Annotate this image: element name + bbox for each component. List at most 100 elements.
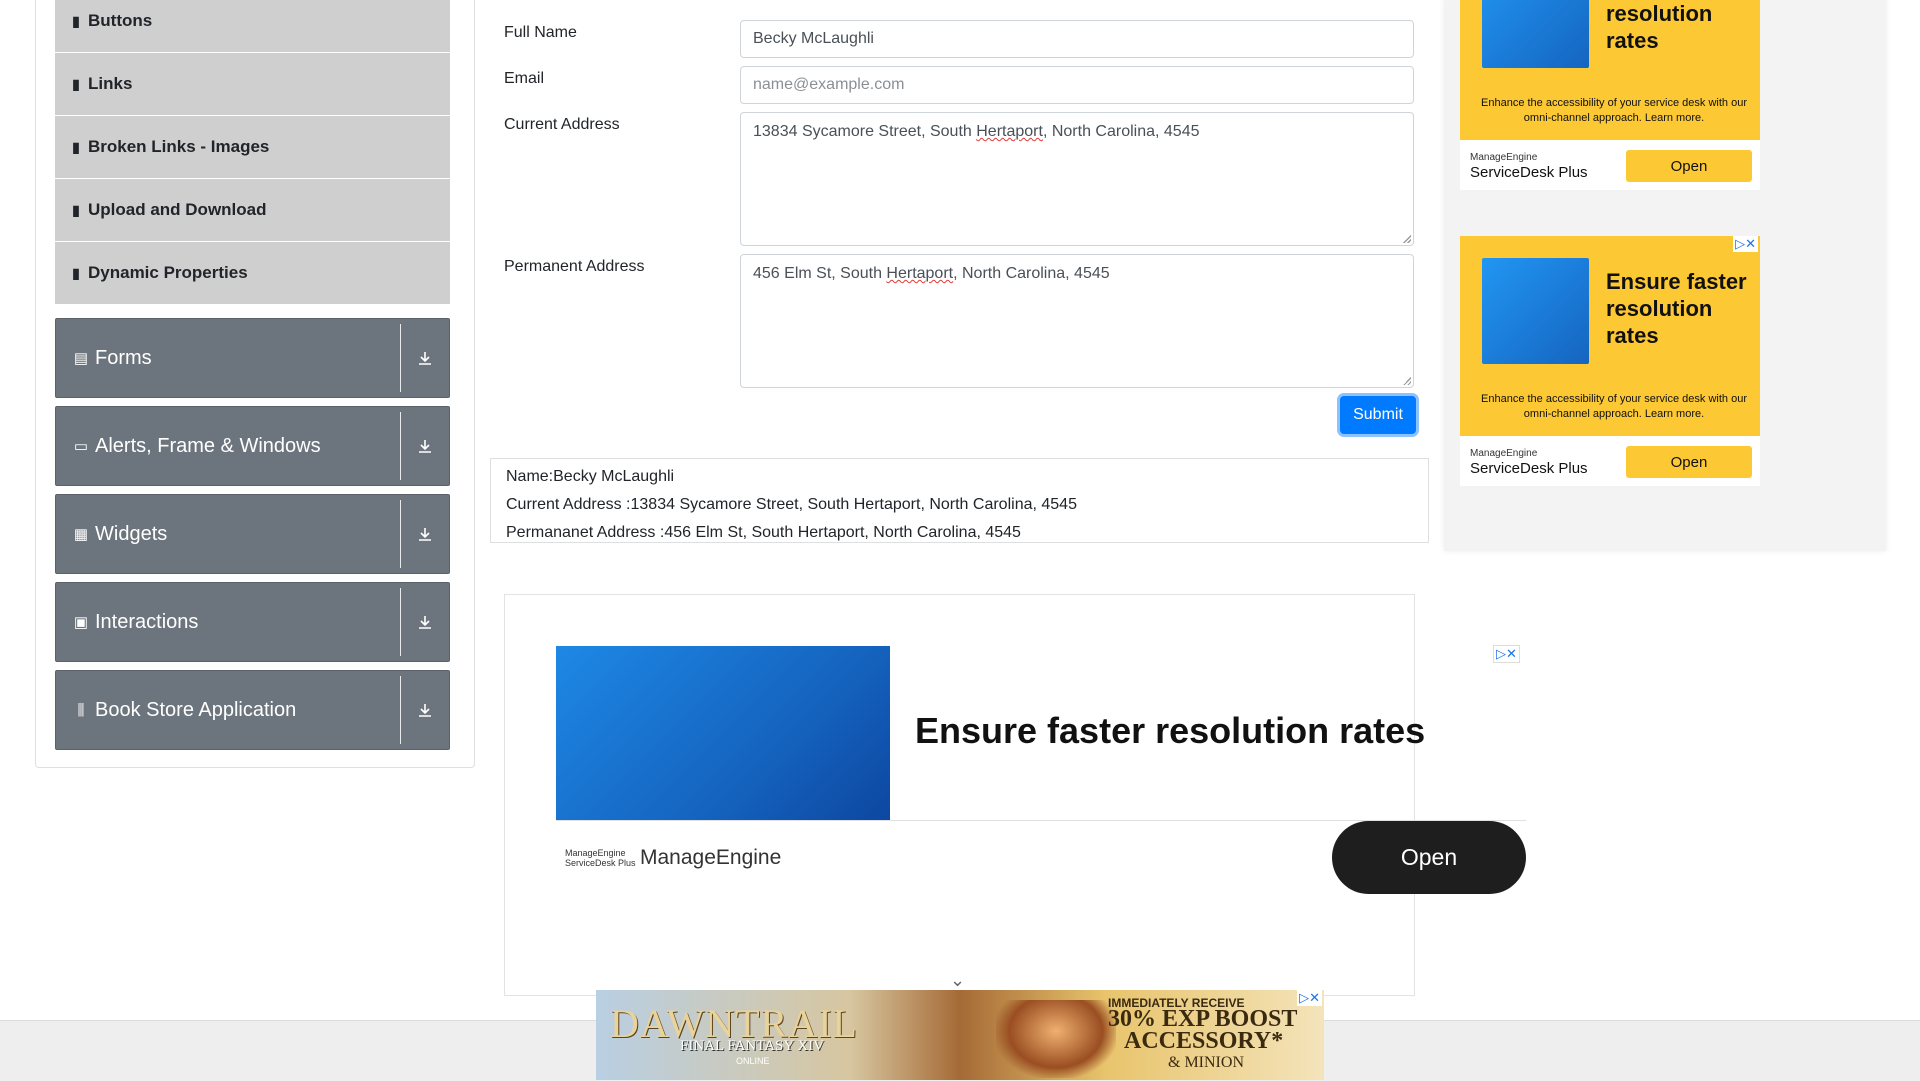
sidebar-item-label: Dynamic Properties xyxy=(88,263,248,282)
email-input[interactable]: name@example.com xyxy=(740,66,1414,104)
ad-title: Ensure faster resolution rates xyxy=(1606,269,1747,348)
sidebar-group-label: Widgets xyxy=(95,522,168,545)
bookmark-icon: ▮ xyxy=(72,75,80,92)
ad-brand-product: ServiceDesk Plus xyxy=(1470,460,1588,477)
ad-image xyxy=(1482,258,1589,364)
books-icon: ⫼ xyxy=(77,701,85,719)
permanent-address-text: 456 Elm St, South Hertaport, North Carol… xyxy=(753,265,1110,282)
text-part: 456 Elm St, South xyxy=(753,265,887,282)
form-icon: ▤ xyxy=(73,350,89,367)
full-name-value: Becky McLaughli xyxy=(753,30,874,47)
bookmark-icon: ▮ xyxy=(72,264,80,281)
bookmark-icon: ▮ xyxy=(72,138,80,155)
sidebar-item-label: Upload and Download xyxy=(88,200,267,219)
sidebar-item-broken-links[interactable]: ▮ Broken Links - Images xyxy=(55,116,450,179)
text-part: , North Carolina, 4545 xyxy=(1042,123,1200,140)
ad-footer: ManageEngine ServiceDesk Plus Open xyxy=(1460,436,1760,486)
output-name: Name:Becky McLaughli xyxy=(506,468,675,485)
ad-close-icon[interactable]: ▷✕ xyxy=(1733,236,1758,252)
current-address-label: Current Address xyxy=(504,116,620,133)
sidebar-item-label: Links xyxy=(88,74,133,93)
sidebar-group-label: Book Store Application xyxy=(95,698,297,721)
resize-handle[interactable] xyxy=(1403,235,1411,243)
banner-sub2: ONLINE xyxy=(736,1056,770,1066)
submit-button[interactable]: Submit xyxy=(1340,396,1416,434)
logo-line: ManageEngine xyxy=(565,848,626,858)
sidebar-group-label: Alerts, Frame & Windows xyxy=(95,434,321,457)
middle-ad-brand: ManageEngine xyxy=(640,846,782,869)
email-placeholder: name@example.com xyxy=(753,76,905,93)
sidebar-item-upload-download[interactable]: ▮ Upload and Download xyxy=(55,179,450,242)
sidebar-item-links[interactable]: ▮ Links xyxy=(55,53,450,116)
expand-download-icon[interactable] xyxy=(401,702,449,718)
sidebar-item-buttons[interactable]: ▮ Buttons xyxy=(55,0,450,53)
middle-ad-logo: ManageEngine ServiceDesk Plus xyxy=(565,848,636,868)
banner-sub: FINAL FANTASY XIV xyxy=(680,1038,825,1054)
text-part: 13834 Sycamore Street, South xyxy=(753,123,977,140)
ad-open-button[interactable]: Open xyxy=(1626,446,1752,478)
current-address-text: 13834 Sycamore Street, South Hertaport, … xyxy=(753,123,1199,140)
expand-download-icon[interactable] xyxy=(401,350,449,366)
sidebar-group-alerts[interactable]: ▭ Alerts, Frame & Windows xyxy=(55,406,450,486)
ad-title: resolution rates xyxy=(1606,1,1713,53)
ad-open-button[interactable]: Open xyxy=(1626,150,1752,182)
ad-footer: ManageEngine ServiceDesk Plus Open xyxy=(1460,140,1760,190)
window-icon: ▭ xyxy=(73,438,89,455)
expand-download-icon[interactable] xyxy=(401,526,449,542)
full-name-label: Full Name xyxy=(504,24,577,41)
divider xyxy=(400,500,401,568)
banner-line-4: & MINION xyxy=(1168,1054,1244,1071)
side-ad-bottom[interactable]: Ensure faster resolution rates Enhance t… xyxy=(1460,236,1760,486)
expand-download-icon[interactable] xyxy=(401,438,449,454)
middle-ad-title[interactable]: Ensure faster resolution rates xyxy=(915,710,1425,752)
sidebar-item-label: Broken Links - Images xyxy=(88,137,270,156)
middle-ad-image[interactable] xyxy=(556,646,890,820)
ad-description: Enhance the accessibility of your servic… xyxy=(1481,393,1747,420)
chevron-down-icon[interactable]: ⌄ xyxy=(950,970,965,991)
banner-line-3: ACCESSORY* xyxy=(1124,1028,1284,1054)
widgets-icon: ▦ xyxy=(73,526,89,543)
text-part: , North Carolina, 4545 xyxy=(953,265,1110,282)
misspelled-word: Hertaport xyxy=(976,123,1043,140)
email-label: Email xyxy=(504,70,545,87)
ad-brand-small: ManageEngine xyxy=(1470,152,1538,163)
interactions-icon: ▣ xyxy=(73,614,89,631)
sidebar-group-label: Interactions xyxy=(95,610,199,633)
elements-submenu: ▮ Buttons ▮ Links ▮ Broken Links - Image… xyxy=(55,0,450,305)
divider xyxy=(400,588,401,656)
sidebar-group-interactions[interactable]: ▣ Interactions xyxy=(55,582,450,662)
bottom-banner-ad[interactable]: DAWNTRAIL FINAL FANTASY XIV ONLINE IMMED… xyxy=(596,990,1324,1080)
output-permanent-address: Permananet Address :456 Elm St, South He… xyxy=(506,524,1021,541)
sidebar-group-book-store[interactable]: ⫼ Book Store Application xyxy=(55,670,450,750)
ad-hero-image xyxy=(996,1000,1116,1078)
bookmark-icon: ▮ xyxy=(72,12,80,29)
divider xyxy=(400,324,401,392)
middle-ad-open-button[interactable]: Open xyxy=(1332,821,1526,894)
ad-brand-small: ManageEngine xyxy=(1470,448,1538,459)
ad-image xyxy=(1482,0,1589,68)
sidebar-group-label: Forms xyxy=(95,346,152,369)
permanent-address-textarea[interactable]: 456 Elm St, South Hertaport, North Carol… xyxy=(740,254,1414,388)
side-ad-top[interactable]: resolution rates Enhance the accessibili… xyxy=(1460,0,1760,190)
sidebar-group-forms[interactable]: ▤ Forms xyxy=(55,318,450,398)
divider xyxy=(400,412,401,480)
sidebar-item-dynamic-properties[interactable]: ▮ Dynamic Properties xyxy=(55,242,450,305)
resize-handle[interactable] xyxy=(1403,377,1411,385)
expand-download-icon[interactable] xyxy=(401,614,449,630)
ad-description: Enhance the accessibility of your servic… xyxy=(1481,97,1747,124)
ad-close-icon[interactable]: ▷✕ xyxy=(1493,645,1520,663)
ad-brand-product: ServiceDesk Plus xyxy=(1470,164,1588,181)
current-address-textarea[interactable]: 13834 Sycamore Street, South Hertaport, … xyxy=(740,112,1414,246)
sidebar-group-widgets[interactable]: ▦ Widgets xyxy=(55,494,450,574)
divider xyxy=(400,676,401,744)
full-name-input[interactable]: Becky McLaughli xyxy=(740,20,1414,58)
output-current-address: Current Address :13834 Sycamore Street, … xyxy=(506,496,1077,513)
misspelled-word: Hertaport xyxy=(886,265,954,282)
bookmark-icon: ▮ xyxy=(72,201,80,218)
ad-close-icon[interactable]: ▷✕ xyxy=(1297,990,1322,1006)
output-box: Name:Becky McLaughli Current Address :13… xyxy=(490,458,1429,543)
sidebar-item-label: Buttons xyxy=(88,11,153,30)
logo-line: ServiceDesk Plus xyxy=(565,858,636,868)
right-ad-column: resolution rates Enhance the accessibili… xyxy=(1444,0,1886,551)
permanent-address-label: Permanent Address xyxy=(504,258,645,275)
